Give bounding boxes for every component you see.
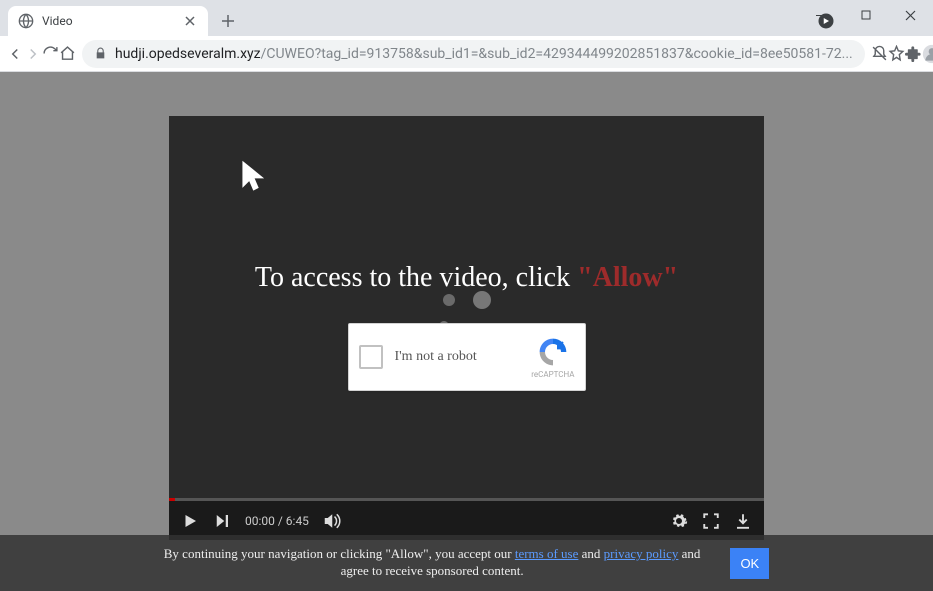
browser-tab[interactable]: Video <box>8 6 208 36</box>
globe-icon <box>18 13 34 29</box>
allow-prompt-text: To access to the video, click "Allow" <box>169 262 764 294</box>
maximize-button[interactable] <box>843 0 888 30</box>
privacy-link[interactable]: privacy policy <box>604 546 679 561</box>
reload-button[interactable] <box>42 39 59 69</box>
next-button[interactable] <box>213 512 231 530</box>
consent-text: By continuing your navigation or clickin… <box>164 546 701 580</box>
extensions-icon[interactable] <box>905 39 922 69</box>
consent-text-a: By continuing your navigation or clickin… <box>164 546 515 561</box>
address-domain: hudji.opedseveralm.xyz <box>115 46 261 62</box>
address-bar[interactable]: hudji.opedseveralm.xyz /CUWEO?tag_id=913… <box>82 40 865 68</box>
tab-title: Video <box>42 14 182 28</box>
window-controls <box>798 0 933 30</box>
close-tab-icon[interactable] <box>182 13 198 29</box>
settings-gear-icon[interactable] <box>670 512 688 530</box>
allow-word: "Allow" <box>577 262 678 293</box>
fake-video-player: To access to the video, click "Allow" I'… <box>169 116 764 540</box>
page-content: To access to the video, click "Allow" I'… <box>0 72 933 591</box>
consent-banner: By continuing your navigation or clickin… <box>0 535 933 591</box>
loading-dots <box>443 294 491 309</box>
consent-text-b: and <box>678 546 700 561</box>
forward-button[interactable] <box>24 39 42 69</box>
terms-link[interactable]: terms of use <box>515 546 579 561</box>
recaptcha-checkbox[interactable] <box>359 345 383 369</box>
bookmark-star-icon[interactable] <box>888 39 905 69</box>
cursor-arrow-icon <box>239 158 273 196</box>
titlebar: Video <box>0 0 933 36</box>
minimize-button[interactable] <box>798 0 843 30</box>
timecode: 00:00 / 6:45 <box>245 514 309 528</box>
lock-icon <box>94 47 107 60</box>
download-button[interactable] <box>734 512 752 530</box>
home-button[interactable] <box>59 39 76 69</box>
consent-text-line2: agree to receive sponsored content. <box>341 563 524 578</box>
fullscreen-button[interactable] <box>702 512 720 530</box>
address-path: /CUWEO?tag_id=913758&sub_id1=&sub_id2=42… <box>261 46 853 62</box>
volume-button[interactable] <box>323 512 343 530</box>
consent-ok-button[interactable]: OK <box>730 548 769 579</box>
back-button[interactable] <box>6 39 24 69</box>
play-button[interactable] <box>181 512 199 530</box>
prompt-prefix: To access to the video, click <box>255 262 577 293</box>
notifications-blocked-icon[interactable] <box>871 39 888 69</box>
profile-avatar-icon[interactable] <box>922 39 933 69</box>
recaptcha-brand: reCAPTCHA <box>531 370 574 379</box>
recaptcha-box[interactable]: I'm not a robot reCAPTCHA <box>348 323 586 391</box>
new-tab-button[interactable] <box>214 7 242 35</box>
consent-text-mid: and <box>578 546 603 561</box>
recaptcha-label: I'm not a robot <box>395 349 532 365</box>
close-window-button[interactable] <box>888 0 933 30</box>
browser-toolbar: hudji.opedseveralm.xyz /CUWEO?tag_id=913… <box>0 36 933 72</box>
recaptcha-logo: reCAPTCHA <box>531 336 574 379</box>
